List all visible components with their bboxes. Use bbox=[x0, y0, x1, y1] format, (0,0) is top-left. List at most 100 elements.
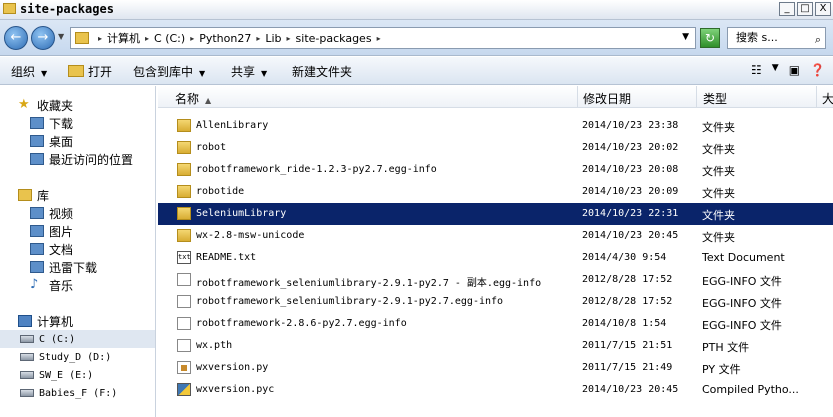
nav-recent[interactable]: 最近访问的位置 bbox=[30, 150, 133, 168]
nav-xunlei[interactable]: 迅雷下载 bbox=[30, 258, 97, 276]
nav-favorites[interactable]: ★ 收藏夹 bbox=[18, 96, 73, 114]
open-label: 打开 bbox=[88, 65, 113, 79]
sort-ascending-icon: ▲ bbox=[205, 96, 212, 105]
file-row[interactable]: robotframework-2.8.6-py2.7.egg-info 2014/… bbox=[158, 313, 833, 335]
file-type: 文件夹 bbox=[702, 143, 735, 156]
change-view-icon[interactable]: ☷ bbox=[751, 63, 762, 77]
chevron-down-icon: ▼ bbox=[261, 69, 268, 78]
file-name: wx-2.8-msw-unicode bbox=[196, 230, 305, 241]
maximize-button[interactable]: □ bbox=[797, 2, 813, 16]
file-modified-date: 2014/10/23 20:45 bbox=[582, 384, 679, 395]
preview-pane-icon[interactable]: ▣ bbox=[789, 63, 800, 77]
file-type: 文件夹 bbox=[702, 209, 735, 222]
python-file-icon bbox=[177, 361, 191, 374]
column-divider[interactable] bbox=[696, 86, 697, 108]
window-controls: _ □ X bbox=[779, 2, 831, 16]
file-row[interactable]: wx.pth 2011/7/15 21:51 PTH 文件 bbox=[158, 335, 833, 357]
recent-pages-dropdown[interactable]: ▼ bbox=[58, 32, 64, 41]
nav-pictures-label: 图片 bbox=[49, 224, 74, 239]
back-button[interactable]: ← bbox=[4, 26, 28, 50]
folder-icon bbox=[177, 207, 191, 220]
file-modified-date: 2011/7/15 21:51 bbox=[582, 340, 673, 351]
nav-drive-e[interactable]: SW_E (E:) bbox=[20, 366, 93, 384]
include-in-library-button[interactable]: 包含到库中 ▼ bbox=[133, 63, 205, 80]
title-bar: site-packages _ □ X bbox=[0, 0, 833, 20]
compiled-python-icon bbox=[177, 383, 191, 396]
navigation-pane: ★ 收藏夹 下载 桌面 最近访问的位置 库 视频 图片 文档 迅雷下载 ♪ 音乐 计… bbox=[0, 86, 156, 417]
folder-icon bbox=[177, 119, 191, 132]
file-name: wxversion.pyc bbox=[196, 384, 275, 395]
nav-documents[interactable]: 文档 bbox=[30, 240, 73, 258]
nav-music[interactable]: ♪ 音乐 bbox=[30, 276, 73, 294]
file-type: EGG-INFO 文件 bbox=[702, 297, 782, 310]
organize-label: 组织 bbox=[11, 65, 36, 79]
chevron-down-icon: ▼ bbox=[199, 69, 206, 78]
nav-drive-d[interactable]: Study_D (D:) bbox=[20, 348, 111, 366]
forward-button[interactable]: → bbox=[31, 26, 55, 50]
file-name: robotframework_ride-1.2.3-py2.7.egg-info bbox=[196, 164, 437, 175]
folder-icon bbox=[177, 163, 191, 176]
nav-computer[interactable]: 计算机 bbox=[18, 312, 73, 330]
nav-drive-c[interactable]: C (C:) bbox=[0, 330, 155, 348]
file-modified-date: 2014/10/8 1:54 bbox=[582, 318, 667, 329]
folder-icon bbox=[75, 32, 89, 44]
column-header-name[interactable]: 名称 ▲ bbox=[175, 90, 211, 107]
open-button[interactable]: 打开 bbox=[68, 63, 112, 80]
file-modified-date: 2014/10/23 20:02 bbox=[582, 142, 679, 153]
nav-downloads[interactable]: 下载 bbox=[30, 114, 73, 132]
column-divider[interactable] bbox=[816, 86, 817, 108]
refresh-button[interactable]: ↻ bbox=[700, 28, 720, 48]
file-name: AllenLibrary bbox=[196, 120, 269, 131]
file-row[interactable]: robotframework_seleniumlibrary-2.9.1-py2… bbox=[158, 269, 833, 291]
breadcrumb-lib[interactable]: Lib bbox=[265, 32, 281, 45]
breadcrumb-computer[interactable]: 计算机 bbox=[107, 30, 140, 46]
file-row[interactable]: robotframework_seleniumlibrary-2.9.1-py2… bbox=[158, 291, 833, 313]
file-row[interactable]: wxversion.py 2011/7/15 21:49 PY 文件 bbox=[158, 357, 833, 379]
nav-pictures[interactable]: 图片 bbox=[30, 222, 73, 240]
new-folder-button[interactable]: 新建文件夹 bbox=[292, 63, 352, 80]
column-header-size[interactable]: 大 bbox=[822, 90, 833, 107]
search-icon[interactable]: ⌕ bbox=[815, 30, 821, 50]
file-row[interactable]: robot 2014/10/23 20:02 文件夹 bbox=[158, 137, 833, 159]
file-row[interactable]: wx-2.8-msw-unicode 2014/10/23 20:45 文件夹 bbox=[158, 225, 833, 247]
column-header-row: 名称 ▲ 修改日期 类型 大 bbox=[158, 86, 833, 108]
download-manager-icon bbox=[30, 261, 44, 273]
nav-favorites-label: 收藏夹 bbox=[37, 98, 74, 113]
file-row[interactable]: SeleniumLibrary 2014/10/23 22:31 文件夹 bbox=[158, 203, 833, 225]
breadcrumb-drive-c[interactable]: C (C:) bbox=[154, 32, 185, 45]
recent-places-icon bbox=[30, 153, 44, 165]
nav-desktop[interactable]: 桌面 bbox=[30, 132, 73, 150]
address-dropdown-button[interactable]: ▼ bbox=[682, 32, 689, 42]
help-icon[interactable]: ❓ bbox=[810, 63, 825, 77]
column-size-label: 大 bbox=[822, 92, 833, 106]
organize-button[interactable]: 组织 ▼ bbox=[11, 63, 47, 80]
column-header-type[interactable]: 类型 bbox=[703, 90, 727, 107]
minimize-button[interactable]: _ bbox=[779, 2, 795, 16]
chevron-down-icon[interactable]: ▼ bbox=[772, 63, 779, 77]
column-header-date[interactable]: 修改日期 bbox=[583, 90, 631, 107]
close-button[interactable]: X bbox=[815, 2, 831, 16]
nav-music-label: 音乐 bbox=[49, 278, 74, 293]
file-name: robotide bbox=[196, 186, 245, 197]
chevron-down-icon: ▼ bbox=[41, 69, 48, 78]
file-row[interactable]: robotide 2014/10/23 20:09 文件夹 bbox=[158, 181, 833, 203]
nav-drive-f[interactable]: Babies_F (F:) bbox=[20, 384, 117, 402]
address-box[interactable]: ▸ 计算机 ▸ C (C:) ▸ Python27 ▸ Lib ▸ site-packa… bbox=[70, 27, 696, 49]
breadcrumb-python27[interactable]: Python27 bbox=[199, 32, 251, 45]
desktop-icon bbox=[30, 135, 44, 147]
file-type: Text Document bbox=[702, 251, 785, 264]
file-type: Compiled Pytho... bbox=[702, 383, 799, 396]
folder-icon bbox=[177, 185, 191, 198]
share-button[interactable]: 共享 ▼ bbox=[231, 63, 267, 80]
nav-libraries[interactable]: 库 bbox=[18, 186, 49, 204]
nav-computer-label: 计算机 bbox=[37, 314, 74, 329]
file-row[interactable]: robotframework_ride-1.2.3-py2.7.egg-info… bbox=[158, 159, 833, 181]
file-row[interactable]: txt README.txt 2014/4/30 9:54 Text Document bbox=[158, 247, 833, 269]
nav-videos[interactable]: 视频 bbox=[30, 204, 73, 222]
search-input[interactable]: 搜索 s... ⌕ bbox=[727, 27, 826, 49]
file-row[interactable]: AllenLibrary 2014/10/23 23:38 文件夹 bbox=[158, 115, 833, 137]
column-divider[interactable] bbox=[577, 86, 578, 108]
file-row[interactable]: wxversion.pyc 2014/10/23 20:45 Compiled Py… bbox=[158, 379, 833, 401]
breadcrumb-site-packages[interactable]: site-packages bbox=[296, 32, 372, 45]
column-type-label: 类型 bbox=[703, 92, 728, 106]
